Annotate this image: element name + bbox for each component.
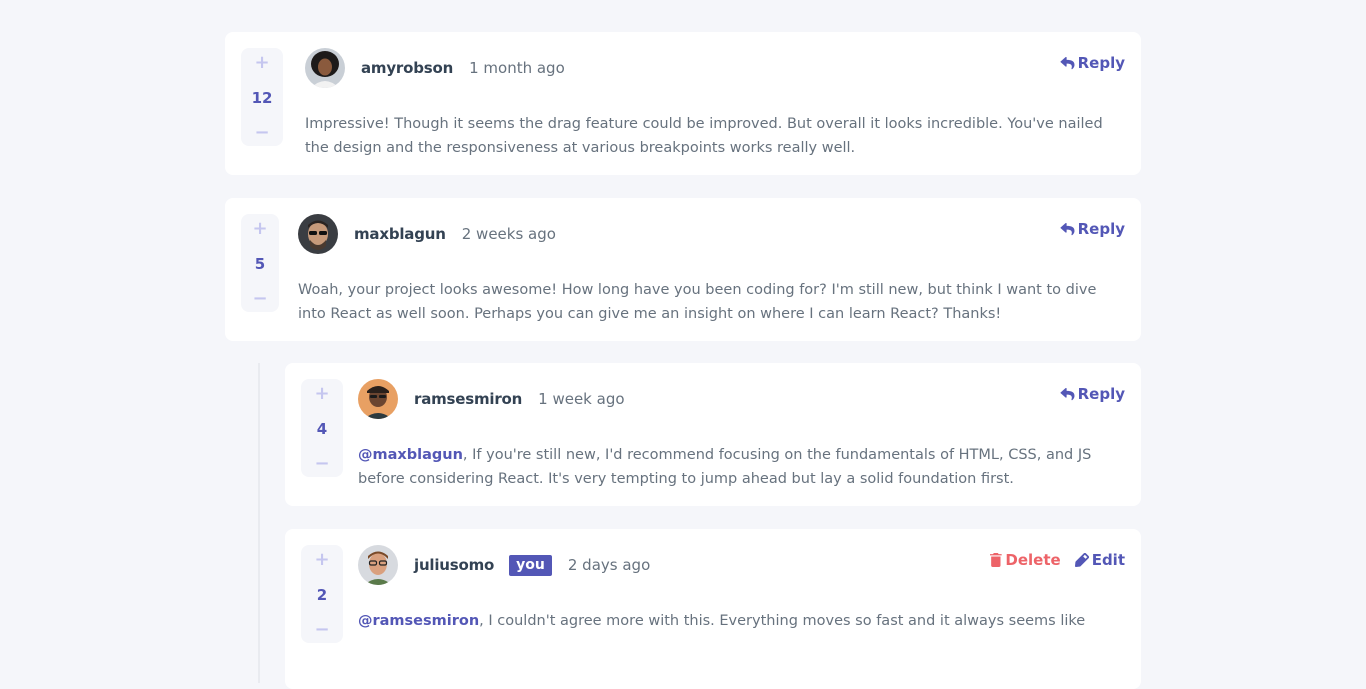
username[interactable]: ramsesmiron <box>414 390 522 408</box>
reply-label: Reply <box>1077 54 1125 72</box>
minus-icon[interactable]: − <box>252 290 267 308</box>
minus-icon[interactable]: − <box>254 124 269 142</box>
reply-button[interactable]: Reply <box>1060 220 1125 238</box>
reply-button[interactable]: Reply <box>1060 54 1125 72</box>
comment-header: juliusomo you 2 days ago <box>358 545 650 585</box>
vote-control: + 12 − <box>241 48 283 146</box>
score-count: 12 <box>251 89 273 107</box>
comment-header: amyrobson 1 month ago <box>305 48 565 88</box>
comment-text: @ramsesmiron, I couldn't agree more with… <box>358 609 1115 633</box>
comment-actions: Delete Edit <box>990 551 1125 569</box>
reply-arrow-icon <box>1060 387 1075 400</box>
reply-arrow-icon <box>1060 56 1075 69</box>
reply-card: + 4 − ramsesmiron 1 week ago Reply @maxb… <box>285 363 1141 506</box>
score-count: 4 <box>316 420 328 438</box>
score-count: 5 <box>254 255 266 273</box>
comment-card: + 12 − amyrobson 1 month ago Reply Impre <box>225 32 1141 175</box>
reply-thread-line <box>258 363 260 683</box>
comment-text: @maxblagun, If you're still new, I'd rec… <box>358 443 1115 491</box>
timestamp: 2 weeks ago <box>461 225 556 243</box>
username[interactable]: juliusomo <box>414 556 494 574</box>
timestamp: 1 month ago <box>469 59 565 77</box>
reply-label: Reply <box>1077 385 1125 403</box>
edit-button[interactable]: Edit <box>1074 551 1125 569</box>
timestamp: 1 week ago <box>538 390 625 408</box>
plus-icon[interactable]: + <box>314 385 329 403</box>
comment-actions: Reply <box>1060 54 1125 72</box>
edit-label: Edit <box>1091 551 1125 569</box>
username[interactable]: maxblagun <box>354 225 446 243</box>
comment-text-body: , If you're still new, I'd recommend foc… <box>358 447 1092 487</box>
comment-header: ramsesmiron 1 week ago <box>358 379 625 419</box>
timestamp: 2 days ago <box>567 556 651 574</box>
plus-icon[interactable]: + <box>254 54 269 72</box>
comment-actions: Reply <box>1060 220 1125 238</box>
comment-text-body: , I couldn't agree more with this. Every… <box>479 613 1086 629</box>
comments-thread: + 12 − amyrobson 1 month ago Reply Impre <box>225 32 1141 689</box>
plus-icon[interactable]: + <box>314 551 329 569</box>
comment-card: + 5 − maxblagun 2 weeks ago Reply Woah, … <box>225 198 1141 341</box>
plus-icon[interactable]: + <box>252 220 267 238</box>
comment-actions: Reply <box>1060 385 1125 403</box>
delete-button[interactable]: Delete <box>990 551 1061 569</box>
trash-icon <box>990 553 1003 567</box>
comment-text: Impressive! Though it seems the drag fea… <box>305 116 1103 156</box>
avatar <box>298 214 338 254</box>
vote-control: + 2 − <box>301 545 343 643</box>
score-count: 2 <box>316 586 328 604</box>
reply-label: Reply <box>1077 220 1125 238</box>
vote-control: + 4 − <box>301 379 343 477</box>
replies-section: + 4 − ramsesmiron 1 week ago Reply @maxb… <box>225 363 1141 689</box>
mention-link[interactable]: @maxblagun <box>358 447 463 463</box>
avatar <box>358 379 398 419</box>
vote-control: + 5 − <box>241 214 279 312</box>
minus-icon[interactable]: − <box>314 621 329 639</box>
delete-label: Delete <box>1005 551 1061 569</box>
minus-icon[interactable]: − <box>314 455 329 473</box>
reply-button[interactable]: Reply <box>1060 385 1125 403</box>
reply-card: + 2 − juliusomo you 2 days ago Delete Ed… <box>285 529 1141 689</box>
comment-text: Woah, your project looks awesome! How lo… <box>298 282 1097 322</box>
reply-arrow-icon <box>1060 222 1075 235</box>
username[interactable]: amyrobson <box>361 59 453 77</box>
mention-link[interactable]: @ramsesmiron <box>358 613 479 629</box>
pencil-icon <box>1074 553 1089 567</box>
you-badge: you <box>509 554 552 576</box>
comment-header: maxblagun 2 weeks ago <box>298 214 556 254</box>
avatar <box>305 48 345 88</box>
avatar <box>358 545 398 585</box>
